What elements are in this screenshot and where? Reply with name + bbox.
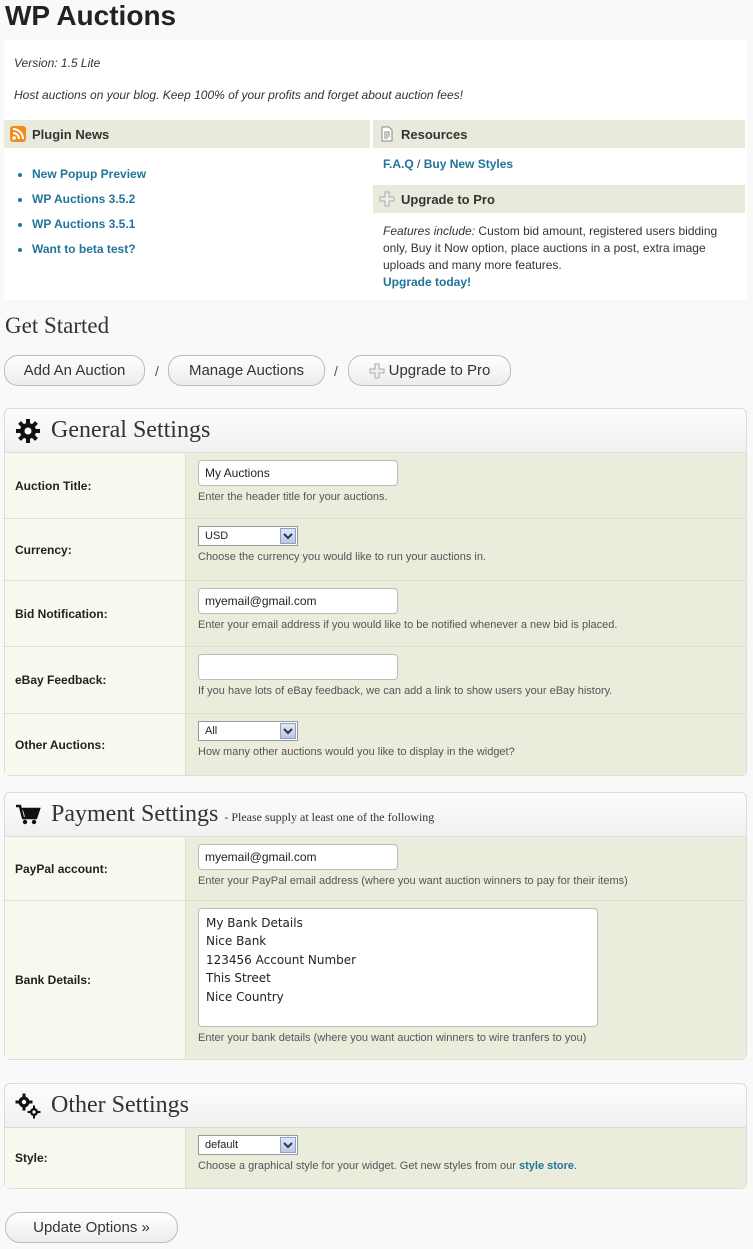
other-auctions-help: How many other auctions would you like t… [198, 746, 515, 758]
paypal-input[interactable]: myemail@gmail.com [198, 844, 398, 870]
bid-notification-row: Bid Notification: myemail@gmail.com Ente… [5, 581, 746, 647]
bank-details-row: Bank Details: My Bank Details Nice Bank … [5, 901, 746, 1059]
version-text: Version: 1.5 Lite [14, 56, 101, 70]
currency-label: Currency: [5, 519, 186, 580]
separator: / [155, 363, 159, 379]
plugin-news-header: Plugin News [4, 120, 370, 148]
other-auctions-select[interactable]: All [198, 721, 298, 741]
upgrade-pro-button[interactable]: Upgrade to Pro [348, 355, 511, 386]
ebay-feedback-help: If you have lots of eBay feedback, we ca… [198, 685, 613, 697]
ebay-feedback-row: eBay Feedback: If you have lots of eBay … [5, 647, 746, 714]
currency-help: Choose the currency you would like to ru… [198, 551, 486, 563]
plugin-news-heading: Plugin News [32, 126, 110, 142]
payment-settings-note: - Please supply at least one of the foll… [224, 810, 435, 824]
resources-links: F.A.Q / Buy New Styles [383, 157, 513, 171]
bank-details-help: Enter your bank details (where you want … [198, 1032, 587, 1044]
style-help: Choose a graphical style for your widget… [198, 1160, 578, 1172]
update-options-button[interactable]: Update Options » [5, 1212, 178, 1243]
resources-header: Resources [373, 120, 745, 148]
upgrade-today-link[interactable]: Upgrade today! [383, 275, 471, 289]
resources-heading: Resources [401, 126, 468, 142]
document-icon [379, 126, 395, 142]
news-item[interactable]: Want to beta test? [32, 237, 146, 262]
chevron-down-icon[interactable] [280, 1137, 296, 1153]
other-auctions-label: Other Auctions: [5, 714, 186, 775]
auction-title-help: Enter the header title for your auctions… [198, 491, 388, 503]
style-select[interactable]: default [198, 1135, 298, 1155]
chevron-down-icon[interactable] [280, 528, 296, 544]
separator: / [417, 157, 421, 171]
add-auction-button[interactable]: Add An Auction [4, 355, 145, 386]
plugin-info-box: Version: 1.5 Lite Host auctions on your … [4, 40, 747, 300]
rss-icon [10, 126, 26, 142]
bid-notification-input[interactable]: myemail@gmail.com [198, 588, 398, 614]
payment-settings-title: Payment Settings [51, 801, 219, 827]
separator: / [334, 363, 338, 379]
plus-icon [369, 363, 385, 379]
news-item[interactable]: WP Auctions 3.5.1 [32, 212, 146, 237]
page-title: WP Auctions [5, 0, 177, 31]
upgrade-pro-label: Upgrade to Pro [388, 362, 491, 379]
plus-icon [379, 191, 395, 207]
currency-row: Currency: USD Choose the currency you wo… [5, 519, 746, 581]
bid-notification-label: Bid Notification: [5, 581, 186, 646]
auction-title-input[interactable]: My Auctions [198, 460, 398, 486]
faq-link[interactable]: F.A.Q [383, 157, 414, 171]
bank-details-textarea[interactable]: My Bank Details Nice Bank 123456 Account… [198, 908, 598, 1027]
features-label: Features include: [383, 224, 476, 238]
paypal-help: Enter your PayPal email address (where y… [198, 875, 628, 887]
payment-settings-panel: Payment Settings - Please supply at leas… [4, 792, 747, 1060]
buy-styles-link[interactable]: Buy New Styles [424, 157, 513, 171]
auction-title-label: Auction Title: [5, 453, 186, 518]
style-store-link[interactable]: style store [519, 1160, 574, 1172]
bank-details-label: Bank Details: [5, 901, 186, 1059]
gear-icon [15, 418, 41, 444]
gears-icon [15, 1093, 41, 1119]
general-settings-panel: General Settings Auction Title: My Aucti… [4, 408, 747, 776]
other-settings-header: Other Settings [5, 1084, 746, 1128]
auction-title-row: Auction Title: My Auctions Enter the hea… [5, 453, 746, 519]
paypal-row: PayPal account: myemail@gmail.com Enter … [5, 837, 746, 901]
upgrade-heading: Upgrade to Pro [401, 191, 495, 207]
news-list: New Popup Preview WP Auctions 3.5.2 WP A… [14, 162, 146, 262]
currency-select[interactable]: USD [198, 526, 298, 546]
other-auctions-row: Other Auctions: All How many other aucti… [5, 714, 746, 775]
news-item[interactable]: WP Auctions 3.5.2 [32, 187, 146, 212]
tagline-text: Host auctions on your blog. Keep 100% of… [14, 88, 463, 102]
chevron-down-icon[interactable] [280, 723, 296, 739]
other-settings-title: Other Settings [51, 1092, 189, 1118]
style-label: Style: [5, 1128, 186, 1188]
ebay-feedback-input[interactable] [198, 654, 398, 680]
news-item[interactable]: New Popup Preview [32, 162, 146, 187]
ebay-feedback-label: eBay Feedback: [5, 647, 186, 713]
features-text: Features include: Custom bid amount, reg… [383, 224, 718, 289]
payment-settings-header: Payment Settings - Please supply at leas… [5, 793, 746, 837]
paypal-label: PayPal account: [5, 837, 186, 900]
general-settings-title: General Settings [51, 417, 211, 443]
cart-icon [15, 802, 41, 828]
manage-auctions-button[interactable]: Manage Auctions [168, 355, 325, 386]
bid-notification-help: Enter your email address if you would li… [198, 619, 618, 631]
other-settings-panel: Other Settings Style: default Choose a g… [4, 1083, 747, 1189]
general-settings-header: General Settings [5, 409, 746, 453]
style-row: Style: default Choose a graphical style … [5, 1128, 746, 1188]
upgrade-header: Upgrade to Pro [373, 185, 745, 213]
get-started-heading: Get Started [5, 313, 110, 338]
